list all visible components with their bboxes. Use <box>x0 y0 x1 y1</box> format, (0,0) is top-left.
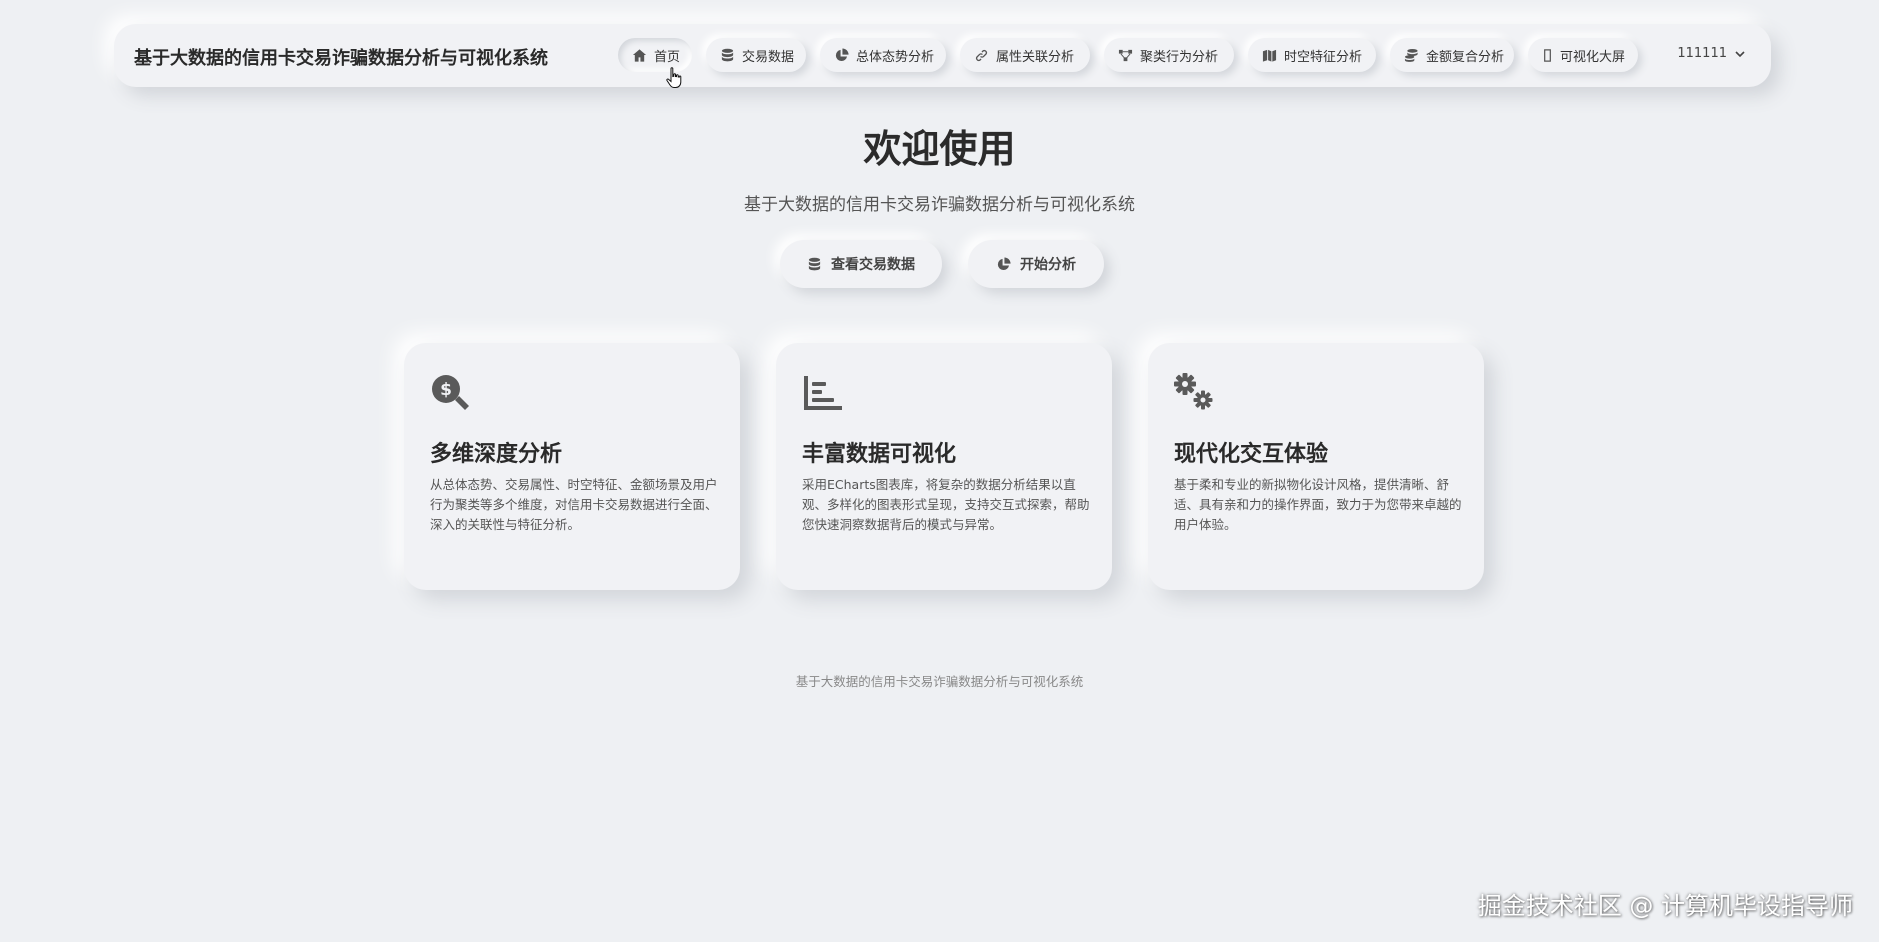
nav-label: 时空特征分析 <box>1284 49 1363 65</box>
search-dollar-icon: $ <box>430 373 470 413</box>
feature-card-analysis: $ 多维深度分析 从总体态势、交易属性、时空特征、金额场景及用户行为聚类等多个维… <box>404 343 740 590</box>
hand-cursor-icon <box>666 67 682 88</box>
footer-text: 基于大数据的信用卡交易诈骗数据分析与可视化系统 <box>795 674 1084 689</box>
nav-item-cluster[interactable]: 聚类行为分析 <box>1104 38 1234 72</box>
user-menu[interactable]: 111111 <box>1677 46 1745 61</box>
link-icon <box>974 48 989 63</box>
pie-chart-icon <box>834 47 849 63</box>
watermark: 掘金技术社区 @ 计算机毕设指导师 <box>1477 892 1853 920</box>
svg-text:$: $ <box>440 380 452 400</box>
cluster-icon <box>1118 48 1133 63</box>
screen-icon <box>1540 48 1555 63</box>
nav-item-spatiotemporal[interactable]: 时空特征分析 <box>1248 38 1376 72</box>
database-icon <box>808 257 821 270</box>
card-description: 基于柔和专业的新拟物化设计风格，提供清晰、舒适、具有亲和力的操作界面，致力于为您… <box>1174 477 1462 532</box>
card-title: 现代化交互体验 <box>1174 442 1329 467</box>
navbar: 基于大数据的信用卡交易诈骗数据分析与可视化系统 首页 交易数据 总体态势分析 属… <box>114 24 1771 87</box>
home-icon <box>632 48 647 63</box>
username: 111111 <box>1677 46 1727 61</box>
brand-title: 基于大数据的信用卡交易诈骗数据分析与可视化系统 <box>134 48 548 69</box>
nav-item-overview[interactable]: 总体态势分析 <box>820 38 946 72</box>
nav-label: 总体态势分析 <box>856 49 935 65</box>
nav-label: 聚类行为分析 <box>1140 49 1219 65</box>
chevron-down-icon <box>1735 50 1745 57</box>
nav-item-transactions[interactable]: 交易数据 <box>706 38 806 72</box>
nav-item-amount[interactable]: 金额复合分析 <box>1390 38 1514 72</box>
hero-subtitle: 基于大数据的信用卡交易诈骗数据分析与可视化系统 <box>744 195 1135 215</box>
feature-card-visualization: 丰富数据可视化 采用ECharts图表库，将复杂的数据分析结果以直观、多样化的图… <box>776 343 1112 590</box>
nav-item-dashboard[interactable]: 可视化大屏 <box>1528 38 1638 72</box>
database-icon <box>720 48 735 63</box>
hero-title: 欢迎使用 <box>863 127 1016 171</box>
nav-label: 金额复合分析 <box>1426 49 1505 65</box>
gears-icon <box>1174 373 1214 413</box>
coins-icon <box>1404 48 1419 63</box>
button-label: 查看交易数据 <box>831 257 915 273</box>
nav-label: 交易数据 <box>742 49 795 65</box>
card-title: 丰富数据可视化 <box>802 442 957 467</box>
nav-label: 首页 <box>654 49 681 65</box>
map-icon <box>1262 48 1277 63</box>
nav-label: 可视化大屏 <box>1560 49 1626 65</box>
nav-label: 属性关联分析 <box>996 49 1075 65</box>
page: 基于大数据的信用卡交易诈骗数据分析与可视化系统 首页 交易数据 总体态势分析 属… <box>0 0 1879 942</box>
view-transactions-button[interactable]: 查看交易数据 <box>780 240 942 288</box>
feature-card-interaction: 现代化交互体验 基于柔和专业的新拟物化设计风格，提供清晰、舒适、具有亲和力的操作… <box>1148 343 1484 590</box>
card-title: 多维深度分析 <box>430 442 563 467</box>
card-description: 采用ECharts图表库，将复杂的数据分析结果以直观、多样化的图表形式呈现，支持… <box>802 477 1090 532</box>
button-label: 开始分析 <box>1020 257 1076 273</box>
pie-chart-icon <box>997 256 1011 270</box>
start-analysis-button[interactable]: 开始分析 <box>968 240 1104 288</box>
nav-item-attribute[interactable]: 属性关联分析 <box>960 38 1090 72</box>
card-description: 从总体态势、交易属性、时空特征、金额场景及用户行为聚类等多个维度，对信用卡交易数… <box>430 477 718 532</box>
bar-chart-icon <box>802 373 842 413</box>
